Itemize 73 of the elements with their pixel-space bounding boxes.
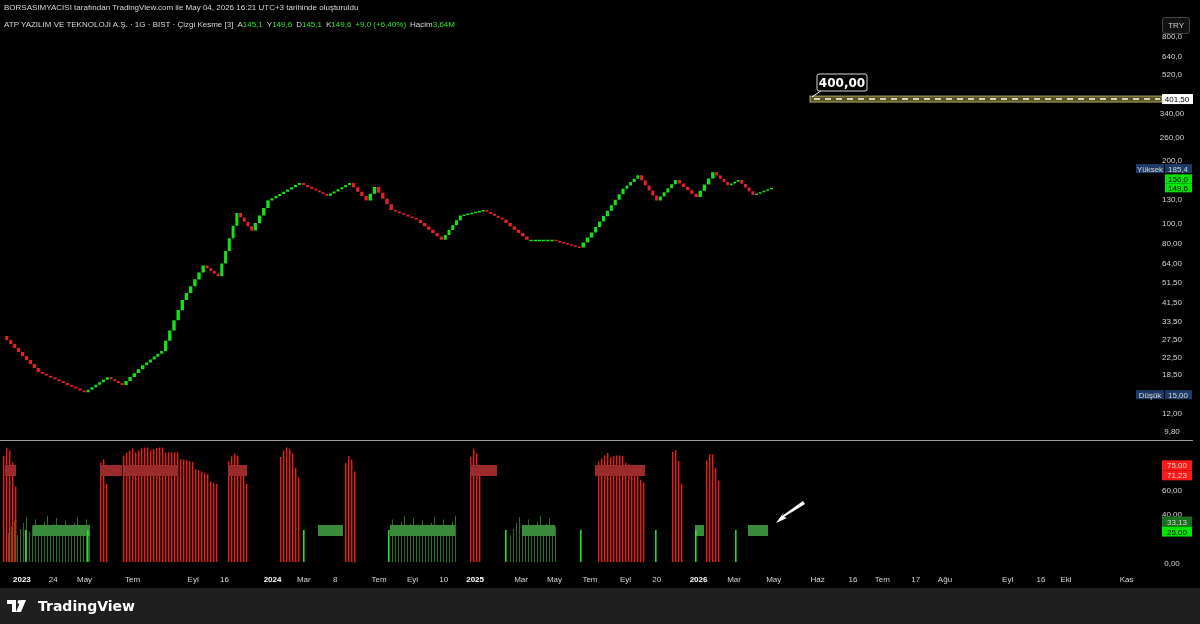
ohlc-value: Hacim3,64M — [410, 19, 455, 30]
price-badge: 149,6 — [1165, 183, 1192, 193]
axis-label: 17 — [911, 575, 921, 584]
axis-label: Eyl — [1002, 575, 1014, 584]
indicator-badge: 33,13 — [1162, 516, 1192, 527]
axis-label: 100,0 — [1162, 218, 1182, 228]
axis-label: Tem — [874, 575, 890, 584]
axis-label: Tem — [371, 575, 387, 584]
price-tag: Düşük — [1136, 390, 1164, 400]
ohlc-value: A145,1 — [237, 19, 263, 30]
axis-label: Eki — [1060, 575, 1072, 584]
ohlc-value: K149,6 — [325, 19, 352, 30]
axis-label: Kas — [1119, 575, 1134, 584]
symbol-title: ATP YAZILIM VE TEKNOLOJİ A.Ş. · 1G · BIST · Çizgi Kesme [3] — [4, 19, 234, 30]
axis-label: Mar — [514, 575, 528, 584]
axis-label: 2026 — [689, 575, 708, 584]
axis-label: 2023 — [13, 575, 31, 584]
axis-label: Mar — [727, 575, 741, 584]
axis-label: Eyl — [187, 575, 199, 584]
axis-label: 22,50 — [1162, 352, 1182, 362]
indicator-badge: 25,00 — [1162, 526, 1192, 537]
axis-label: 33,50 — [1162, 316, 1182, 326]
axis-label: Mar — [296, 575, 311, 584]
axis-label: 41,50 — [1162, 297, 1182, 307]
axis-label: 260,00 — [1159, 132, 1185, 142]
axis-label: 80,00 — [1162, 238, 1182, 248]
axis-label: 51,50 — [1162, 278, 1182, 288]
axis-label: 2024 — [263, 575, 282, 584]
currency-button[interactable]: TRY — [1162, 17, 1190, 34]
axis-label: Haz — [810, 575, 825, 584]
axis-label: 18,50 — [1162, 370, 1182, 380]
axis-label: Ağu — [937, 575, 953, 584]
price-badge: 401,50 — [1162, 94, 1193, 105]
axis-label: 27,50 — [1162, 334, 1182, 344]
indicator-badge: 75,00 — [1162, 460, 1192, 471]
axis-label: 640,0 — [1162, 51, 1182, 61]
axis-label: 2025 — [466, 575, 484, 584]
attribution-text: BORSASIMYACISI tarafından TradingView.com ile May 04, 2026 16:21 UTC+3 tarihinde oluşturuldu — [4, 2, 360, 14]
axis-label: 64,00 — [1162, 258, 1182, 268]
axis-label: 10 — [439, 575, 449, 584]
price-badge: 185,4 — [1165, 164, 1192, 174]
indicator-badge: 71,23 — [1162, 470, 1192, 481]
axis-label: 16 — [1036, 575, 1046, 584]
axis-label: 20 — [652, 575, 662, 584]
axis-label: Eyl — [406, 575, 418, 584]
price-tag: Yüksek — [1136, 164, 1164, 174]
price-badge: 156,0 — [1165, 174, 1192, 184]
axis-label: 12,00 — [1162, 409, 1182, 419]
axis-label: 800,0 — [1162, 31, 1182, 41]
ohlc-value: +9,0 (+6,40%) — [355, 19, 407, 30]
axis-label: May — [77, 575, 93, 584]
axis-label: Tem — [582, 575, 598, 584]
axis-label: 520,0 — [1162, 70, 1182, 80]
axis-label: 16 — [848, 575, 858, 584]
axis-label: May — [766, 575, 782, 584]
axis-label: 24 — [48, 575, 58, 584]
line-label: 400,00 — [811, 73, 868, 98]
axis-label: May — [546, 575, 562, 584]
axis-label: 130,0 — [1162, 194, 1182, 204]
axis-label: 60,00 — [1162, 486, 1182, 495]
axis-label: Tem — [125, 575, 141, 584]
price-badge: 15,00 — [1165, 390, 1192, 400]
axis-label: 8 — [332, 575, 338, 584]
axis-label: Eyl — [619, 575, 631, 584]
axis-label: 340,00 — [1159, 108, 1185, 118]
arrow-icon — [776, 501, 805, 523]
brand-name: TradingView — [38, 598, 135, 614]
ohlc-value: Y149,6 — [266, 19, 293, 30]
axis-label: 16 — [220, 575, 229, 584]
axis-label: 200,0 — [1162, 156, 1182, 166]
axis-label: 0,00 — [1164, 559, 1180, 568]
ohlc-value: D145,1 — [296, 19, 322, 30]
axis-label: 9,80 — [1164, 427, 1180, 437]
